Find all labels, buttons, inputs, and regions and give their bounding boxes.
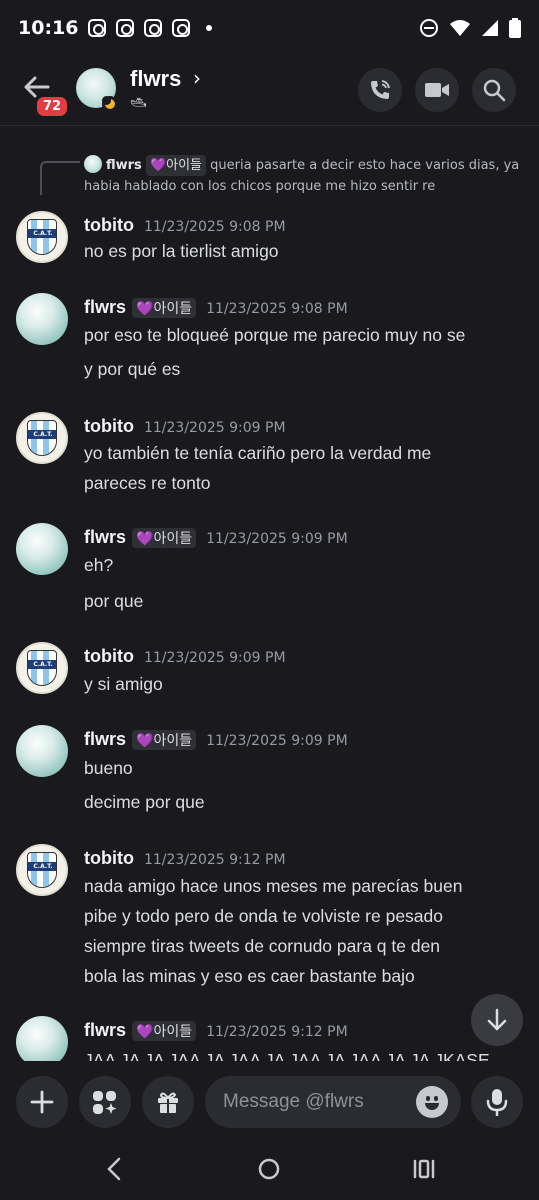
do-not-disturb-icon (420, 19, 438, 37)
avatar[interactable] (16, 1016, 68, 1061)
idle-status-icon (102, 96, 118, 112)
role-tag: 💜아이들 (132, 528, 197, 548)
message-text: por que (84, 591, 144, 611)
emoji-button[interactable] (416, 1086, 448, 1118)
message-timestamp: 11/23/2025 9:09 PM (206, 531, 348, 547)
signal-icon (482, 20, 498, 36)
instagram-notification-icon (144, 19, 163, 37)
message-text: y por qué es (84, 359, 181, 379)
nav-home-icon[interactable] (257, 1157, 281, 1181)
message-author[interactable]: tobito (84, 848, 134, 868)
voice-call-button[interactable] (358, 68, 402, 112)
plus-icon (30, 1090, 54, 1114)
message-text: bueno (84, 758, 133, 778)
gift-button[interactable] (142, 1076, 194, 1128)
dm-header: 72 flwrs › 🛥 (0, 56, 539, 126)
custom-status: 🛥 (130, 96, 147, 111)
message-text: pibe y todo pero de onda te volviste re … (84, 906, 443, 926)
message-text: bola las minas y eso es caer bastante ba… (84, 966, 415, 986)
avatar[interactable]: C.A.T. (16, 211, 68, 263)
avatar[interactable]: C.A.T. (16, 412, 68, 464)
microphone-icon (486, 1089, 508, 1116)
reply-author: flwrs (106, 158, 142, 173)
phone-icon (371, 80, 390, 99)
message-author[interactable]: flwrs (84, 297, 126, 317)
message-text: yo también te tenía cariño pero la verda… (84, 443, 432, 463)
role-tag: 💜아이들 (132, 1021, 197, 1041)
message-author[interactable]: tobito (84, 215, 134, 235)
club-crest-icon: C.A.T. (27, 852, 57, 888)
message-author[interactable]: tobito (84, 646, 134, 666)
message-composer (0, 1066, 539, 1136)
message-author[interactable]: tobito (84, 416, 134, 436)
avatar (84, 155, 102, 173)
wifi-icon (450, 20, 470, 36)
reply-preview[interactable]: flwrs 💜아이들 queria pasarte a decir esto h… (84, 155, 524, 197)
instagram-notification-icon (116, 19, 135, 37)
avatar[interactable]: C.A.T. (16, 642, 68, 694)
message-timestamp: 11/23/2025 9:12 PM (206, 1024, 348, 1040)
message-text: decime por que (84, 792, 205, 812)
club-crest-icon: C.A.T. (27, 650, 57, 686)
apps-button[interactable] (79, 1076, 131, 1128)
message-author[interactable]: flwrs (84, 1020, 126, 1040)
club-crest-icon: C.A.T. (27, 219, 57, 255)
avatar[interactable] (16, 725, 68, 777)
battery-icon (509, 18, 521, 38)
message-author[interactable]: flwrs (84, 729, 126, 749)
message-timestamp: 11/23/2025 9:08 PM (143, 219, 286, 235)
message-text: JAA JA JA JAA JA JAA JA JAA JA JAA JA JA… (84, 1050, 490, 1061)
nav-recents-icon[interactable] (412, 1157, 436, 1181)
status-bar: 10:16 (0, 0, 539, 56)
message-timestamp: 11/23/2025 9:09 PM (143, 420, 286, 436)
jump-to-present-button[interactable] (471, 994, 523, 1046)
club-crest-icon: C.A.T. (27, 420, 57, 456)
instagram-notification-icon (172, 19, 191, 37)
channel-title[interactable]: flwrs (130, 66, 181, 92)
message-timestamp: 11/23/2025 9:12 PM (143, 852, 286, 868)
message-timestamp: 11/23/2025 9:08 PM (206, 301, 348, 317)
message-timestamp: 11/23/2025 9:09 PM (206, 733, 348, 749)
message-timestamp: 11/23/2025 9:09 PM (143, 650, 286, 666)
message-text: y si amigo (84, 674, 163, 694)
message-text: por eso te bloqueé porque me parecio muy… (84, 325, 466, 345)
role-tag: 💜아이들 (132, 730, 197, 750)
instagram-notification-icon (88, 19, 107, 37)
system-nav-bar (0, 1140, 539, 1200)
avatar[interactable]: C.A.T. (16, 844, 68, 896)
message-text: pareces re tonto (84, 473, 211, 493)
message-text: eh? (84, 555, 114, 575)
unread-badge: 72 (34, 94, 71, 119)
reply-connector (40, 161, 80, 195)
message-text: nada amigo hace unos meses me parecías b… (84, 876, 463, 896)
message-author[interactable]: flwrs (84, 527, 126, 547)
role-tag: 💜아이들 (132, 298, 197, 318)
more-notifications-dot-icon (206, 25, 213, 31)
status-time: 10:16 (18, 17, 79, 39)
search-button[interactable] (472, 68, 516, 112)
avatar[interactable] (16, 523, 68, 575)
message-text: siempre tiras tweets de cornudo para q t… (84, 936, 441, 956)
chevron-right-icon[interactable]: › (193, 66, 201, 90)
avatar[interactable] (16, 293, 68, 345)
video-call-button[interactable] (415, 68, 459, 112)
video-camera-icon (425, 83, 449, 97)
arrow-down-icon (487, 1008, 507, 1031)
role-tag: 💜아이들 (145, 155, 207, 176)
nav-back-icon[interactable] (104, 1157, 124, 1181)
message-list[interactable]: flwrs 💜아이들 queria pasarte a decir esto h… (0, 127, 539, 1061)
add-attachment-button[interactable] (16, 1076, 68, 1128)
gift-icon (158, 1092, 178, 1113)
voice-message-button[interactable] (471, 1076, 523, 1128)
message-text: no es por la tierlist amigo (84, 241, 279, 261)
search-icon (483, 79, 506, 102)
apps-icon (93, 1091, 117, 1114)
